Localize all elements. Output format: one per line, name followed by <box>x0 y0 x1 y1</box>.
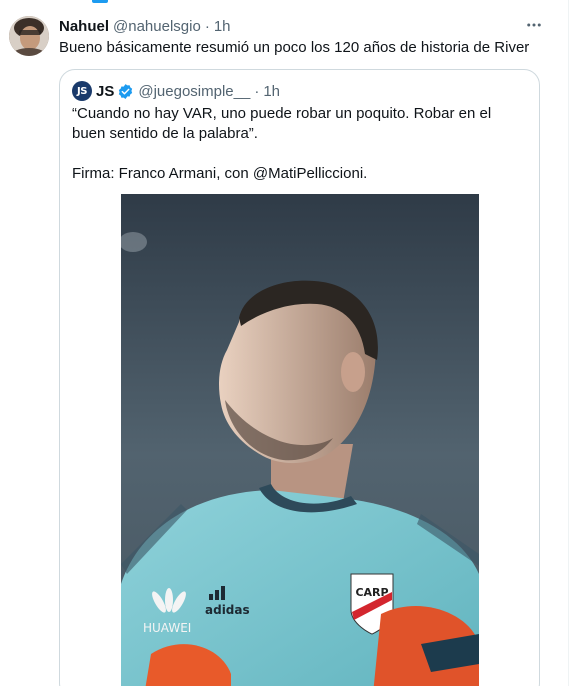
quoted-tweet-time: 1h <box>263 82 281 100</box>
more-horizontal-icon[interactable] <box>523 14 545 36</box>
timeline-page: Nahuel @nahuelsgio · 1h Bueno básicament… <box>0 0 579 686</box>
quoted-author-name: JS <box>96 82 115 100</box>
quoted-text-line2: Firma: Franco Armani, con @MatiPelliccio… <box>72 165 368 182</box>
svg-text:CARP: CARP <box>355 586 388 599</box>
quoted-text-line1: “Cuando no hay VAR, uno puede robar un p… <box>72 105 492 142</box>
quoted-tweet-card[interactable]: JS JS @juegosimple__ · 1h “Cuando no hay… <box>59 69 540 686</box>
avatar[interactable] <box>9 16 49 56</box>
tweet-time[interactable]: 1h <box>214 18 231 35</box>
author-handle[interactable]: @nahuelsgio <box>113 18 201 35</box>
svg-text:HUAWEI: HUAWEI <box>143 621 191 635</box>
quoted-tweet-header: JS JS @juegosimple__ · 1h <box>72 81 280 101</box>
svg-text:adidas: adidas <box>205 603 250 617</box>
author-name[interactable]: Nahuel <box>59 18 109 35</box>
verified-badge-icon <box>117 83 134 100</box>
quoted-tweet-image[interactable]: CARP adidas HUAWEI <box>121 194 479 686</box>
quoted-separator-dot: · <box>254 82 260 100</box>
column-divider <box>568 0 569 686</box>
tweet-text: Bueno básicamente resumió un poco los 12… <box>59 39 530 56</box>
top-accent-bar <box>92 0 108 3</box>
tweet-header: Nahuel @nahuelsgio · 1h <box>59 16 231 36</box>
quoted-author-avatar: JS <box>72 81 92 101</box>
quoted-author-handle: @juegosimple__ <box>138 82 251 100</box>
separator-dot: · <box>204 17 210 35</box>
quoted-tweet-text: “Cuando no hay VAR, uno puede robar un p… <box>72 104 528 184</box>
